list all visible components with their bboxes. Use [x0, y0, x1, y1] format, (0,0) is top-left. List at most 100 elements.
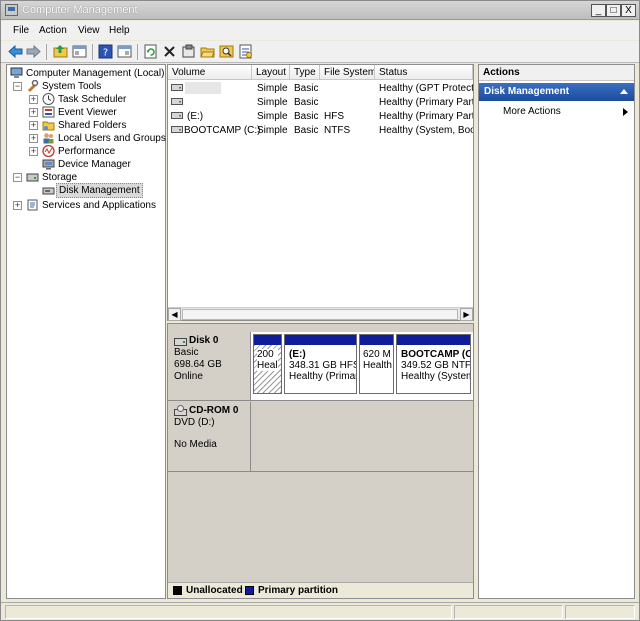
- collapse-arrow-icon[interactable]: [620, 89, 628, 94]
- partition-status: Health: [363, 360, 392, 371]
- help-icon[interactable]: ?: [98, 44, 113, 59]
- partition-recovery[interactable]: 620 M Health: [359, 334, 394, 394]
- tree-label: Shared Folders: [58, 120, 127, 131]
- cd-drive-icon: [174, 405, 187, 416]
- open-icon[interactable]: [200, 44, 215, 59]
- unallocated-swatch: [173, 586, 182, 595]
- forward-arrow-icon[interactable]: [26, 44, 41, 59]
- cdrom-0-info[interactable]: CD-ROM 0 DVD (D:) No Media: [168, 402, 251, 472]
- title-bar[interactable]: Computer Management _ □ X: [1, 1, 639, 20]
- refresh-icon[interactable]: [143, 44, 158, 59]
- status-bar: [1, 602, 639, 620]
- maximize-button[interactable]: □: [606, 4, 621, 17]
- primary-partition-bar: [285, 335, 356, 345]
- actions-section-disk-management[interactable]: Disk Management: [479, 83, 634, 101]
- partition-bootcamp[interactable]: BOOTCAMP (C 349.52 GB NTFS Healthy (Syst…: [396, 334, 471, 394]
- status-cell-tertiary: [565, 605, 635, 619]
- cell-status: Healthy (System, Boot,: [379, 125, 473, 136]
- submenu-arrow-icon[interactable]: [623, 108, 628, 116]
- partition-efi[interactable]: 200 Heal: [253, 334, 282, 394]
- scroll-left-button[interactable]: ◀: [168, 308, 181, 321]
- export-icon[interactable]: [238, 44, 253, 59]
- up-folder-icon[interactable]: [53, 44, 68, 59]
- volume-name-redacted: [185, 82, 221, 94]
- actions-section-label: Disk Management: [484, 86, 570, 97]
- tree-label: Device Manager: [58, 159, 131, 170]
- expand-toggle[interactable]: +: [29, 121, 38, 130]
- tree-label: Services and Applications: [42, 200, 156, 211]
- tree-label: Performance: [58, 146, 116, 157]
- properties-icon[interactable]: [117, 44, 132, 59]
- tree-label: Local Users and Groups: [58, 133, 166, 144]
- actions-header: Actions: [479, 65, 634, 81]
- disk-management-icon: [42, 187, 55, 195]
- disk-0-partitions: 200 Heal (E:) 348.31 GB HFS Healthy (Pri…: [251, 332, 473, 401]
- disk-0-type: Basic: [174, 347, 199, 358]
- clock-icon: [42, 93, 55, 105]
- horizontal-scrollbar[interactable]: ◀ ▶: [168, 307, 473, 321]
- status-cell-secondary: [454, 605, 563, 619]
- computer-management-icon: [5, 4, 18, 16]
- menu-file[interactable]: File: [13, 25, 29, 36]
- users-icon: [43, 133, 54, 144]
- column-header-layout[interactable]: Layout: [252, 65, 290, 80]
- column-header-volume[interactable]: Volume: [168, 65, 252, 80]
- cdrom-0-media: No Media: [174, 439, 217, 450]
- computer-management-window: Computer Management _ □ X File Action Vi…: [0, 0, 640, 621]
- volume-drive-icon: [171, 112, 183, 119]
- expand-toggle[interactable]: +: [29, 95, 38, 104]
- expand-toggle[interactable]: +: [29, 108, 38, 117]
- primary-partition-bar: [360, 335, 393, 345]
- legend-unallocated: Unallocated: [186, 585, 243, 596]
- disk-0-name: Disk 0: [189, 335, 219, 346]
- toolbar: ?: [1, 41, 639, 63]
- partition-status: Healthy (Primar: [289, 371, 357, 382]
- cell-file-system: NTFS: [324, 125, 351, 136]
- system-tools-icon: [28, 80, 39, 92]
- partition-size: 349.52 GB NTFS: [401, 360, 471, 371]
- partition-e[interactable]: (E:) 348.31 GB HFS Healthy (Primar: [284, 334, 357, 394]
- performance-icon: [42, 145, 55, 157]
- column-header-file-system[interactable]: File System: [320, 65, 375, 80]
- cdrom-0-name: CD-ROM 0: [189, 405, 239, 416]
- toolbar-separator: [92, 44, 93, 60]
- expand-toggle[interactable]: +: [29, 147, 38, 156]
- shared-folder-icon: [42, 121, 55, 131]
- column-header-type[interactable]: Type: [290, 65, 320, 80]
- cdrom-0-drive: DVD (D:): [174, 417, 215, 428]
- legend: Unallocated Primary partition: [168, 582, 473, 598]
- disk-0-size: 698.64 GB: [174, 359, 222, 370]
- menu-action[interactable]: Action: [39, 25, 67, 36]
- delete-icon[interactable]: [162, 44, 177, 59]
- menu-view[interactable]: View: [78, 25, 100, 36]
- menu-help[interactable]: Help: [109, 25, 130, 36]
- volume-drive-icon: [171, 126, 183, 133]
- cell-status: Healthy (Primary Partiti: [379, 111, 473, 122]
- cell-layout: Simple: [257, 83, 288, 94]
- cell-file-system: HFS: [324, 111, 344, 122]
- column-header-status[interactable]: Status: [375, 65, 473, 80]
- expand-toggle[interactable]: +: [13, 201, 22, 210]
- collapse-toggle[interactable]: −: [13, 173, 22, 182]
- search-icon[interactable]: [219, 44, 234, 59]
- close-button[interactable]: X: [621, 4, 636, 17]
- minimize-button[interactable]: _: [591, 4, 606, 17]
- scroll-thumb[interactable]: [182, 309, 458, 320]
- expand-toggle[interactable]: +: [29, 134, 38, 143]
- cell-type: Basic: [294, 97, 319, 108]
- show-hide-tree-icon[interactable]: [72, 44, 87, 59]
- more-actions-item[interactable]: More Actions: [503, 106, 561, 117]
- settings-icon[interactable]: [181, 44, 196, 59]
- collapse-toggle[interactable]: −: [13, 82, 22, 91]
- scroll-right-button[interactable]: ▶: [460, 308, 473, 321]
- disk-0-info[interactable]: Disk 0 Basic 698.64 GB Online: [168, 332, 251, 401]
- back-arrow-icon[interactable]: [8, 44, 23, 59]
- cell-type: Basic: [294, 125, 319, 136]
- hard-disk-icon: [174, 338, 187, 346]
- partition-size: 200: [257, 349, 274, 360]
- primary-partition-swatch: [245, 586, 254, 595]
- cell-volume: (E:): [187, 111, 204, 122]
- tree-label: Computer Management (Local): [26, 68, 165, 79]
- disk-0-state: Online: [174, 371, 203, 382]
- event-viewer-icon: [42, 106, 55, 118]
